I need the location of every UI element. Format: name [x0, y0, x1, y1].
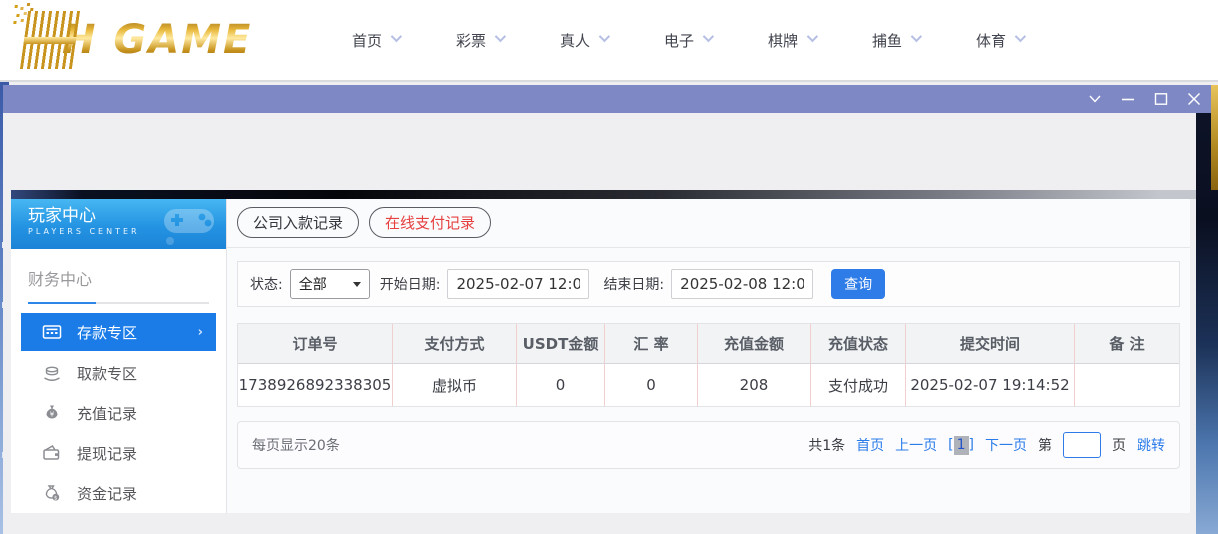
jump-label-after: 页: [1112, 435, 1126, 455]
nav-item-chess[interactable]: 棋牌: [754, 30, 858, 51]
filter-bar: 状态: 全部 开始日期: 结束日期: 查询: [237, 261, 1180, 307]
sidebar-divider: [28, 302, 209, 304]
svg-text:$: $: [54, 496, 58, 502]
status-select[interactable]: 全部: [290, 269, 370, 299]
sidebar-item-recharge-records[interactable]: ¥ 充值记录: [11, 393, 226, 433]
sidebar-header: 玩家中心 PLAYERS CENTER: [11, 199, 226, 249]
table-row: 1738926892338305 虚拟币 0 0 208 支付成功 2025-0…: [238, 364, 1179, 406]
chevron-down-icon: [911, 31, 922, 42]
page-size-text: 每页显示20条: [252, 435, 340, 455]
col-order-no: 订单号: [238, 324, 392, 363]
pagination-bar: 每页显示20条 共1条 首页 上一页 [1] 下一页 第 页 跳转: [237, 421, 1180, 469]
withdraw-hand-icon: [42, 364, 62, 382]
sidebar-item-label: 充值记录: [77, 403, 137, 424]
total-count: 共1条: [808, 435, 845, 455]
deposit-card-icon: [42, 323, 62, 341]
records-content: 公司入款记录 在线支付记录 状态: 全部 开始日期: 结束日期: 查询: [226, 199, 1190, 513]
query-button[interactable]: 查询: [831, 269, 885, 299]
sidebar-item-funds-records[interactable]: $ 资金记录: [11, 473, 226, 513]
chevron-down-icon: [599, 31, 610, 42]
current-page-number: 1: [954, 436, 969, 455]
screen: H GAME 首页 彩票 真人 电子 棋牌 捕鱼 体育: [0, 0, 1218, 534]
chevron-down-icon: [495, 31, 506, 42]
chevron-down-icon: [807, 31, 818, 42]
sidebar-item-label: 取款专区: [77, 363, 137, 384]
gamepad-icon: [158, 205, 220, 245]
chevron-down-icon: [703, 31, 714, 42]
chevron-right-icon: ›: [198, 325, 203, 340]
pagination-controls: 共1条 首页 上一页 [1] 下一页 第 页 跳转: [808, 432, 1165, 458]
wallet-icon: [42, 444, 62, 462]
sidebar-item-withdraw[interactable]: 取款专区: [11, 353, 226, 393]
logo[interactable]: H GAME: [24, 8, 252, 72]
logo-text: H GAME: [62, 17, 252, 63]
sidebar-section-finance: 财务中心: [28, 266, 210, 290]
status-label: 状态:: [250, 274, 283, 294]
jump-label-before: 第: [1038, 435, 1052, 455]
nav-item-sports[interactable]: 体育: [962, 30, 1066, 51]
first-page-link[interactable]: 首页: [856, 435, 884, 455]
record-tabs: 公司入款记录 在线支付记录: [227, 199, 1190, 248]
player-center-panel: 玩家中心 PLAYERS CENTER 财务中心: [11, 199, 1190, 513]
current-page: [1]: [948, 436, 974, 455]
chevron-down-icon: [1015, 31, 1026, 42]
money-bag-icon: ¥: [42, 404, 62, 422]
end-date-label: 结束日期:: [603, 274, 664, 294]
close-icon[interactable]: [1187, 92, 1201, 106]
start-date-input[interactable]: [447, 269, 589, 299]
col-rate: 汇 率: [604, 324, 697, 363]
logo-icon: [20, 11, 80, 69]
col-remark: 备 注: [1074, 324, 1179, 363]
modal-titlebar: [3, 85, 1211, 113]
prev-page-link[interactable]: 上一页: [895, 435, 937, 455]
cell-usdt-amount: 0: [516, 364, 604, 406]
nav-item-slots[interactable]: 电子: [650, 30, 754, 51]
records-table: 订单号 支付方式 USDT金额 汇 率 充值金额 充值状态 提交时间 备 注 1…: [237, 323, 1180, 407]
cell-remark: [1074, 364, 1179, 406]
main-nav: 首页 彩票 真人 电子 棋牌 捕鱼 体育: [338, 0, 1066, 80]
cell-order-no: 1738926892338305: [238, 364, 392, 406]
table-header-row: 订单号 支付方式 USDT金额 汇 率 充值金额 充值状态 提交时间 备 注: [238, 324, 1179, 364]
next-page-link[interactable]: 下一页: [985, 435, 1027, 455]
sidebar-menu: 存款专区 › 取款专区 ¥: [11, 313, 226, 513]
select-caret-icon: [353, 282, 361, 287]
panel-top-gradient: [11, 190, 1196, 199]
col-usdt-amount: USDT金额: [516, 324, 604, 363]
page-background-gold-strip: [1211, 85, 1218, 190]
end-date-input[interactable]: [671, 269, 813, 299]
cell-submit-time: 2025-02-07 19:14:52: [905, 364, 1074, 406]
collapse-icon[interactable]: [1088, 92, 1102, 106]
col-submit-time: 提交时间: [905, 324, 1074, 363]
jump-page-input[interactable]: [1063, 432, 1101, 458]
cell-pay-method: 虚拟币: [392, 364, 516, 406]
nav-item-lottery[interactable]: 彩票: [442, 30, 546, 51]
tab-online-payment-records[interactable]: 在线支付记录: [369, 207, 491, 238]
col-pay-method: 支付方式: [392, 324, 516, 363]
cell-rate: 0: [604, 364, 697, 406]
status-select-value: 全部: [299, 274, 327, 294]
minimize-icon[interactable]: [1121, 92, 1135, 106]
nav-item-fishing[interactable]: 捕鱼: [858, 30, 962, 51]
maximize-icon[interactable]: [1154, 92, 1168, 106]
sidebar: 玩家中心 PLAYERS CENTER 财务中心: [11, 199, 226, 513]
jump-button[interactable]: 跳转: [1137, 435, 1165, 455]
sidebar-item-withdrawal-records[interactable]: 提现记录: [11, 433, 226, 473]
cell-recharge-amount: 208: [697, 364, 810, 406]
cell-recharge-status: 支付成功: [810, 364, 905, 406]
sidebar-item-label: 存款专区: [77, 322, 137, 343]
chevron-down-icon: [391, 31, 402, 42]
start-date-label: 开始日期:: [380, 274, 441, 294]
modal-body: 玩家中心 PLAYERS CENTER 财务中心: [3, 113, 1196, 534]
tab-company-deposit-records[interactable]: 公司入款记录: [237, 207, 359, 238]
funds-bag-icon: $: [42, 484, 62, 502]
sidebar-item-label: 资金记录: [77, 483, 137, 504]
top-navbar: H GAME 首页 彩票 真人 电子 棋牌 捕鱼 体育: [0, 0, 1218, 82]
col-recharge-amount: 充值金额: [697, 324, 810, 363]
sidebar-item-label: 提现记录: [77, 443, 137, 464]
nav-item-live[interactable]: 真人: [546, 30, 650, 51]
col-recharge-status: 充值状态: [810, 324, 905, 363]
svg-text:¥: ¥: [50, 411, 55, 419]
nav-item-home[interactable]: 首页: [338, 30, 442, 51]
sidebar-item-deposit[interactable]: 存款专区 ›: [21, 313, 216, 351]
